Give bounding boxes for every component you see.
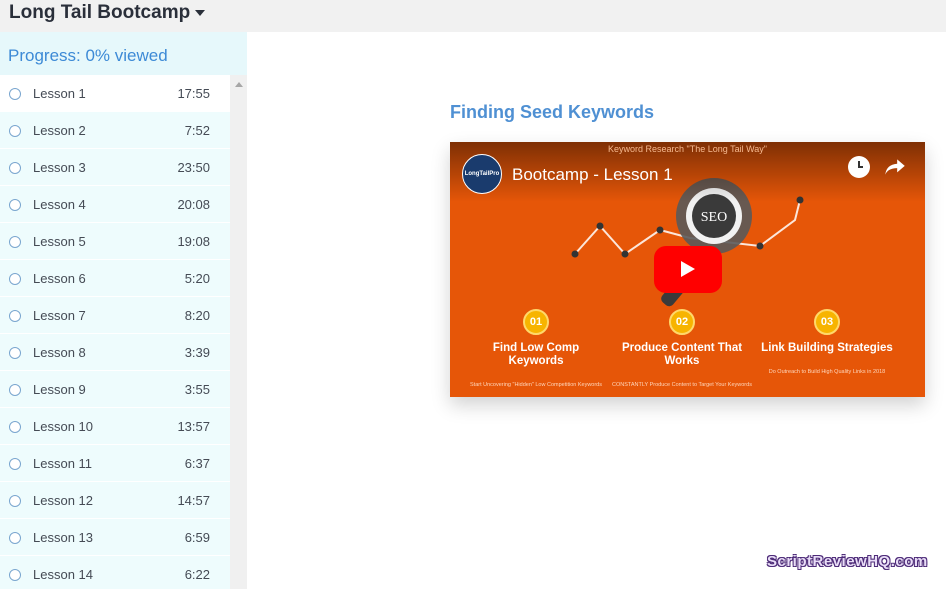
step-title: Link Building Strategies — [761, 342, 893, 354]
clock-icon[interactable] — [848, 156, 870, 178]
step-1: 01 Find Low Comp Keywords Start Uncoveri… — [466, 309, 606, 389]
lesson-list: Lesson 1 17:55 Lesson 2 7:52 Lesson 3 23:50… — [0, 75, 230, 589]
top-bar: Long Tail Bootcamp — [0, 0, 946, 32]
radio-icon[interactable] — [9, 569, 21, 581]
lesson-duration: 8:20 — [184, 308, 210, 323]
radio-icon[interactable] — [9, 347, 21, 359]
lesson-duration: 13:57 — [177, 419, 210, 434]
lesson-duration: 7:52 — [184, 123, 210, 138]
step-title: Produce Content That Works — [621, 342, 743, 367]
lesson-name: Lesson 9 — [33, 382, 86, 397]
radio-icon[interactable] — [9, 458, 21, 470]
course-title: Long Tail Bootcamp — [9, 2, 191, 23]
lesson-item[interactable]: Lesson 9 3:55 — [0, 371, 230, 408]
lesson-item[interactable]: Lesson 12 14:57 — [0, 482, 230, 519]
progress-banner: Progress: 0% viewed — [0, 32, 247, 75]
lesson-name: Lesson 1 — [33, 86, 86, 101]
lesson-duration: 14:57 — [177, 493, 210, 508]
lesson-duration: 23:50 — [177, 160, 210, 175]
lesson-name: Lesson 8 — [33, 345, 86, 360]
radio-icon[interactable] — [9, 199, 21, 211]
lesson-name: Lesson 10 — [33, 419, 93, 434]
lesson-item[interactable]: Lesson 10 13:57 — [0, 408, 230, 445]
lesson-name: Lesson 5 — [33, 234, 86, 249]
main-content: Finding Seed Keywords SEO Keyword Resear… — [247, 32, 946, 589]
step-number: 01 — [523, 309, 549, 335]
share-icon[interactable] — [882, 154, 908, 180]
step-number: 02 — [669, 309, 695, 335]
lesson-name: Lesson 4 — [33, 197, 86, 212]
watermark: ScriptReviewHQ.com — [767, 553, 928, 570]
scroll-up-arrow-icon[interactable] — [235, 82, 243, 87]
lesson-name: Lesson 6 — [33, 271, 86, 286]
video-top-caption: Keyword Research "The Long Tail Way" — [608, 144, 767, 154]
lesson-name: Lesson 14 — [33, 567, 93, 582]
lesson-item[interactable]: Lesson 7 8:20 — [0, 297, 230, 334]
step-description: Start Uncovering "Hidden" Low Competitio… — [470, 382, 602, 388]
seo-label: SEO — [701, 210, 727, 225]
step-description: CONSTANTLY Produce Content to Target You… — [612, 382, 752, 388]
lesson-item[interactable]: Lesson 2 7:52 — [0, 112, 230, 149]
step-3: 03 Link Building Strategies Do Outreach … — [757, 309, 897, 376]
radio-icon[interactable] — [9, 236, 21, 248]
radio-icon[interactable] — [9, 88, 21, 100]
step-number: 03 — [814, 309, 840, 335]
lesson-name: Lesson 2 — [33, 123, 86, 138]
lesson-duration: 3:55 — [184, 382, 210, 397]
lesson-duration: 6:59 — [184, 530, 210, 545]
sidebar: Progress: 0% viewed Lesson 1 17:55 Lesson… — [0, 32, 247, 589]
progress-text: Progress: 0% viewed — [8, 46, 168, 65]
lesson-duration: 3:39 — [184, 345, 210, 360]
lesson-name: Lesson 3 — [33, 160, 86, 175]
lesson-name: Lesson 7 — [33, 308, 86, 323]
lesson-item[interactable]: Lesson 11 6:37 — [0, 445, 230, 482]
lesson-duration: 6:37 — [184, 456, 210, 471]
lesson-name: Lesson 11 — [33, 456, 93, 471]
step-title: Find Low Comp Keywords — [492, 342, 580, 367]
lesson-item[interactable]: Lesson 3 23:50 — [0, 149, 230, 186]
lesson-list-scrollbar[interactable] — [230, 75, 247, 589]
radio-icon[interactable] — [9, 273, 21, 285]
video-title[interactable]: Bootcamp - Lesson 1 — [512, 165, 673, 185]
video-player[interactable]: SEO Keyword Research "The Long Tail Way"… — [450, 142, 925, 397]
lesson-name: Lesson 12 — [33, 493, 93, 508]
lesson-heading: Finding Seed Keywords — [450, 102, 655, 122]
lesson-duration: 17:55 — [177, 86, 210, 101]
step-description: Do Outreach to Build High Quality Links … — [768, 369, 886, 375]
radio-icon[interactable] — [9, 162, 21, 174]
lesson-name: Lesson 13 — [33, 530, 93, 545]
lesson-item[interactable]: Lesson 13 6:59 — [0, 519, 230, 556]
radio-icon[interactable] — [9, 495, 21, 507]
radio-icon[interactable] — [9, 421, 21, 433]
course-title-dropdown[interactable]: Long Tail Bootcamp — [9, 2, 206, 24]
radio-icon[interactable] — [9, 125, 21, 137]
lesson-item[interactable]: Lesson 4 20:08 — [0, 186, 230, 223]
lesson-duration: 5:20 — [184, 271, 210, 286]
play-icon[interactable] — [654, 246, 722, 293]
step-2: 02 Produce Content That Works CONSTANTLY… — [612, 309, 752, 389]
lesson-duration: 20:08 — [177, 197, 210, 212]
radio-icon[interactable] — [9, 384, 21, 396]
radio-icon[interactable] — [9, 310, 21, 322]
lesson-item[interactable]: Lesson 6 5:20 — [0, 260, 230, 297]
radio-icon[interactable] — [9, 532, 21, 544]
chevron-down-icon — [195, 10, 206, 16]
lesson-item[interactable]: Lesson 5 19:08 — [0, 223, 230, 260]
lesson-duration: 19:08 — [177, 234, 210, 249]
lesson-item[interactable]: Lesson 14 6:22 — [0, 556, 230, 589]
channel-logo[interactable]: LongTailPro — [462, 154, 502, 194]
lesson-duration: 6:22 — [184, 567, 210, 582]
lesson-item[interactable]: Lesson 1 17:55 — [0, 75, 230, 112]
lesson-item[interactable]: Lesson 8 3:39 — [0, 334, 230, 371]
